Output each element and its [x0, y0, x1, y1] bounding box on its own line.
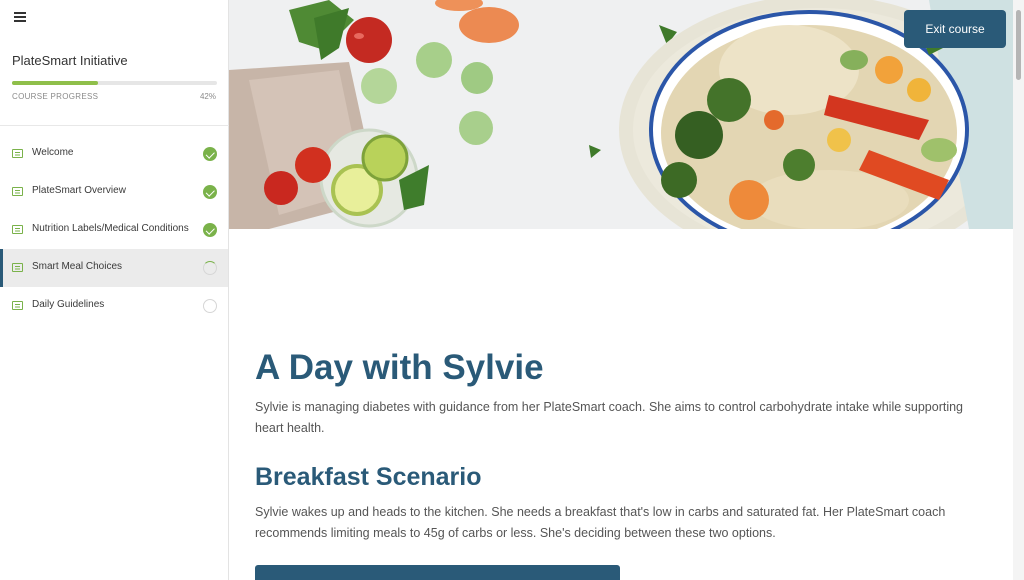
- course-progress-fill: [12, 81, 99, 85]
- course-title: PlateSmart Initiative: [12, 53, 128, 68]
- course-progress-percent: 42%: [199, 92, 216, 101]
- banner-image: Exit course: [229, 0, 1013, 229]
- lesson-icon: [12, 301, 23, 310]
- in-progress-icon: [203, 261, 217, 275]
- course-progress-bar: [12, 81, 217, 85]
- course-progress-label: COURSE PROGRESS: [12, 92, 99, 101]
- lesson-heading: A Day with Sylvie: [255, 348, 544, 387]
- lesson-label: Daily Guidelines: [32, 299, 105, 310]
- lesson-item-smart-meal-choices[interactable]: Smart Meal Choices: [0, 249, 228, 287]
- lesson-item-nutrition-labels[interactable]: Nutrition Labels/Medical Conditions: [0, 211, 228, 249]
- check-circle-icon: [203, 147, 217, 161]
- lesson-icon: [12, 225, 23, 234]
- lesson-icon: [12, 187, 23, 196]
- page-scrollbar[interactable]: [1013, 0, 1024, 580]
- lesson-icon: [12, 149, 23, 158]
- lesson-intro-text: Sylvie is managing diabetes with guidanc…: [255, 400, 964, 435]
- lesson-content: Exit course A Day with Sylvie Sylvie is …: [229, 0, 1013, 580]
- scenario-text: Sylvie wakes up and heads to the kitchen…: [255, 505, 946, 540]
- not-started-icon: [203, 299, 217, 313]
- sidebar-divider: [0, 125, 229, 126]
- exit-course-button[interactable]: Exit course: [904, 10, 1006, 48]
- lesson-item-daily-guidelines[interactable]: Daily Guidelines: [0, 287, 228, 325]
- next-content-block[interactable]: [255, 565, 620, 580]
- scenario-heading: Breakfast Scenario: [255, 463, 482, 491]
- hamburger-menu-icon[interactable]: [14, 12, 26, 22]
- check-circle-icon: [203, 223, 217, 237]
- scrollbar-thumb[interactable]: [1016, 10, 1021, 80]
- lesson-label: Nutrition Labels/Medical Conditions: [32, 223, 189, 234]
- lesson-label: Smart Meal Choices: [32, 261, 123, 272]
- lesson-item-platesmart-overview[interactable]: PlateSmart Overview: [0, 173, 228, 211]
- lesson-item-welcome[interactable]: Welcome: [0, 135, 228, 173]
- check-circle-icon: [203, 185, 217, 199]
- lesson-label: PlateSmart Overview: [32, 185, 126, 196]
- course-sidebar: PlateSmart Initiative COURSE PROGRESS 42…: [0, 0, 229, 580]
- lesson-icon: [12, 263, 23, 272]
- food-photo-illustration: [229, 0, 1013, 229]
- lesson-label: Welcome: [32, 147, 74, 158]
